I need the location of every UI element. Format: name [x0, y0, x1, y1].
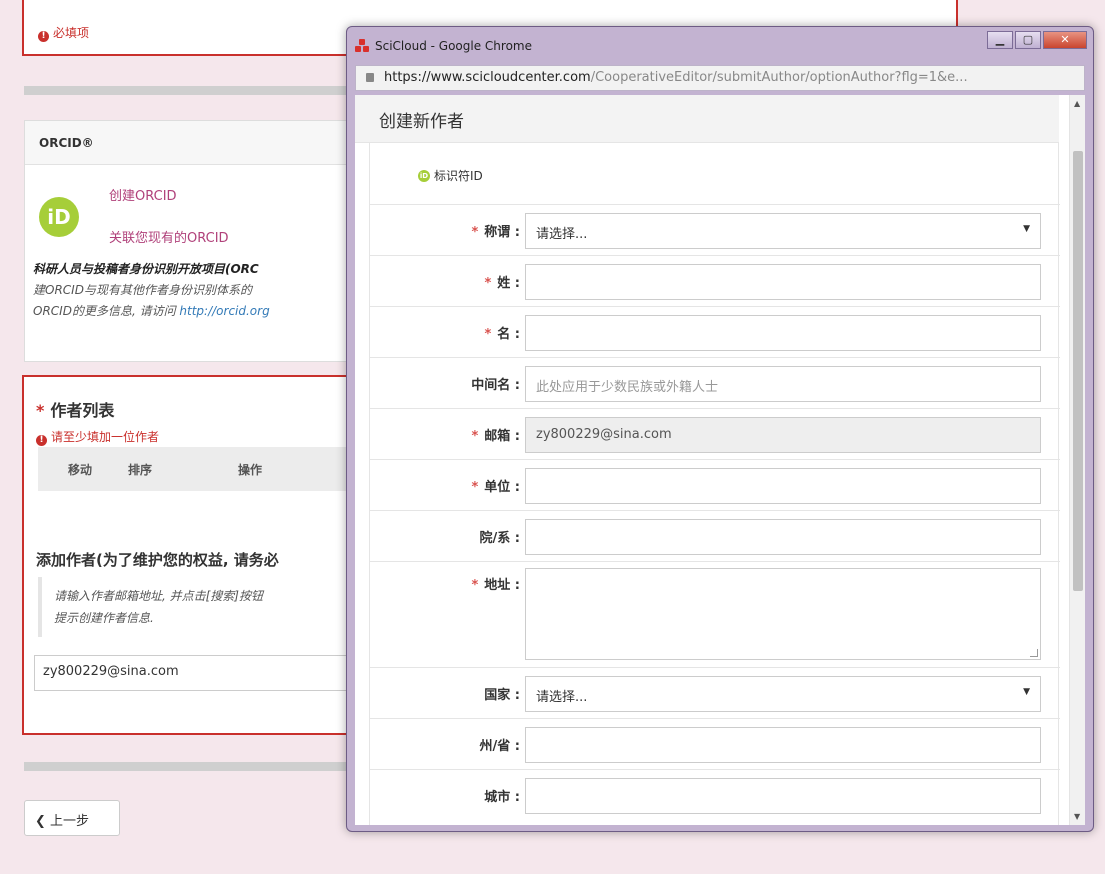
orcid-description: 科研人员与投稿者身份识别开放项目(ORC 建ORCID与现有其他作者身份识别体系… [33, 262, 270, 318]
popup-window: SciCloud - Google Chrome ▁ ▢ ✕ https://w… [346, 26, 1094, 832]
country-select[interactable]: 请选择... ▼ [525, 676, 1041, 712]
orcid-header: ORCID® [25, 121, 353, 165]
city-input[interactable] [525, 778, 1041, 814]
lock-icon [366, 73, 374, 82]
resize-handle-icon[interactable] [1030, 649, 1038, 657]
form-title: 创建新作者 [355, 95, 1059, 143]
author-table-header: 移动 排序 操作 [38, 447, 356, 491]
author-list-panel: * 作者列表 ! 请至少填加一位作者 移动 排序 操作 添加作者(为了维护您的权益,… [22, 375, 356, 735]
column-order: 排序 [128, 463, 153, 477]
add-author-hint: 请输入作者邮箱地址, 并点击[搜索]按钮 提示创建作者信息. [38, 577, 356, 637]
author-form: iD 标识符ID * 称谓 : 请选择... ▼ * 姓 : * 名 : 中间名 : 此处… [369, 143, 1060, 825]
orcid-icon: iD [418, 169, 430, 182]
field-label: 州/省 : [479, 739, 520, 754]
minimize-button[interactable]: ▁ [987, 31, 1013, 49]
app-icon [355, 39, 369, 53]
identifier-row: iD 标识符ID [370, 143, 1060, 205]
maximize-button[interactable]: ▢ [1015, 31, 1041, 49]
last-name-input[interactable] [525, 264, 1041, 300]
field-label: 中间名 : [471, 378, 520, 393]
scroll-down-icon[interactable]: ▼ [1074, 812, 1080, 821]
scroll-thumb[interactable] [1073, 151, 1083, 591]
form-row-first-name: * 名 : [370, 307, 1060, 358]
author-list-title: * 作者列表 [36, 401, 115, 420]
add-author-title: 添加作者(为了维护您的权益, 请务必 [36, 551, 279, 569]
department-input[interactable] [525, 519, 1041, 555]
form-row-city: 城市 : [370, 770, 1060, 821]
orcid-panel: ORCID® iD 创建ORCID 关联您现有的ORCID 科研人员与投稿者身份… [24, 120, 354, 362]
required-notice: ! 必填项 [38, 24, 89, 42]
section-divider [24, 86, 354, 95]
dropdown-caret-icon: ▼ [1023, 687, 1030, 697]
field-label: * 称谓 : [471, 225, 520, 240]
scroll-up-icon[interactable]: ▲ [1074, 99, 1080, 108]
error-icon: ! [36, 435, 47, 446]
error-icon: ! [38, 31, 49, 42]
column-move: 移动 [68, 463, 93, 477]
section-divider [24, 762, 354, 771]
page-viewport: 创建新作者 iD 标识符ID * 称谓 : 请选择... ▼ * 姓 : * 名 : [355, 95, 1085, 825]
institution-input[interactable] [525, 468, 1041, 504]
first-name-input[interactable] [525, 315, 1041, 351]
create-orcid-link[interactable]: 创建ORCID [109, 185, 177, 204]
form-row-country: 国家 : 请选择... ▼ [370, 668, 1060, 719]
field-label: * 邮箱 : [471, 429, 520, 444]
chevron-left-icon: ❮ [35, 814, 46, 829]
middle-name-input[interactable]: 此处应用于少数民族或外籍人士 [525, 366, 1041, 402]
window-titlebar: SciCloud - Google Chrome [355, 33, 532, 59]
form-row-title: * 称谓 : 请选择... ▼ [370, 205, 1060, 256]
field-label: 城市 : [484, 790, 520, 805]
field-label: * 姓 : [484, 276, 520, 291]
form-row-department: 院/系 : [370, 511, 1060, 562]
author-email-input[interactable]: zy800229@sina.com [34, 655, 356, 691]
author-list-error: ! 请至少填加一位作者 [36, 428, 159, 446]
dropdown-caret-icon: ▼ [1023, 224, 1030, 234]
address-bar[interactable]: https://www.scicloudcenter.com/Cooperati… [355, 65, 1085, 91]
form-row-last-name: * 姓 : [370, 256, 1060, 307]
state-input[interactable] [525, 727, 1041, 763]
close-button[interactable]: ✕ [1043, 31, 1087, 49]
form-row-middle-name: 中间名 : 此处应用于少数民族或外籍人士 [370, 358, 1060, 409]
field-label: 院/系 : [479, 531, 520, 546]
orcid-logo-icon: iD [39, 197, 79, 237]
form-row-state: 州/省 : [370, 719, 1060, 770]
identifier-label: 标识符ID [434, 169, 483, 183]
field-label: 国家 : [484, 688, 520, 703]
previous-step-button[interactable]: ❮ 上一步 [24, 800, 120, 836]
column-action: 操作 [238, 463, 263, 477]
window-title: SciCloud - Google Chrome [375, 39, 532, 53]
field-label: * 地址 : [471, 578, 520, 593]
window-controls: ▁ ▢ ✕ [985, 31, 1087, 49]
form-row-email: * 邮箱 : zy800229@sina.com [370, 409, 1060, 460]
email-input: zy800229@sina.com [525, 417, 1041, 453]
field-label: * 单位 : [471, 480, 520, 495]
field-label: * 名 : [484, 327, 520, 342]
form-row-address: * 地址 : [370, 562, 1060, 668]
orcid-website-link[interactable]: http://orcid.org [179, 304, 269, 318]
vertical-scrollbar[interactable]: ▲ ▼ [1069, 95, 1085, 825]
associate-orcid-link[interactable]: 关联您现有的ORCID [109, 227, 229, 246]
form-row-institution: * 单位 : [370, 460, 1060, 511]
salutation-select[interactable]: 请选择... ▼ [525, 213, 1041, 249]
address-textarea[interactable] [525, 568, 1041, 660]
